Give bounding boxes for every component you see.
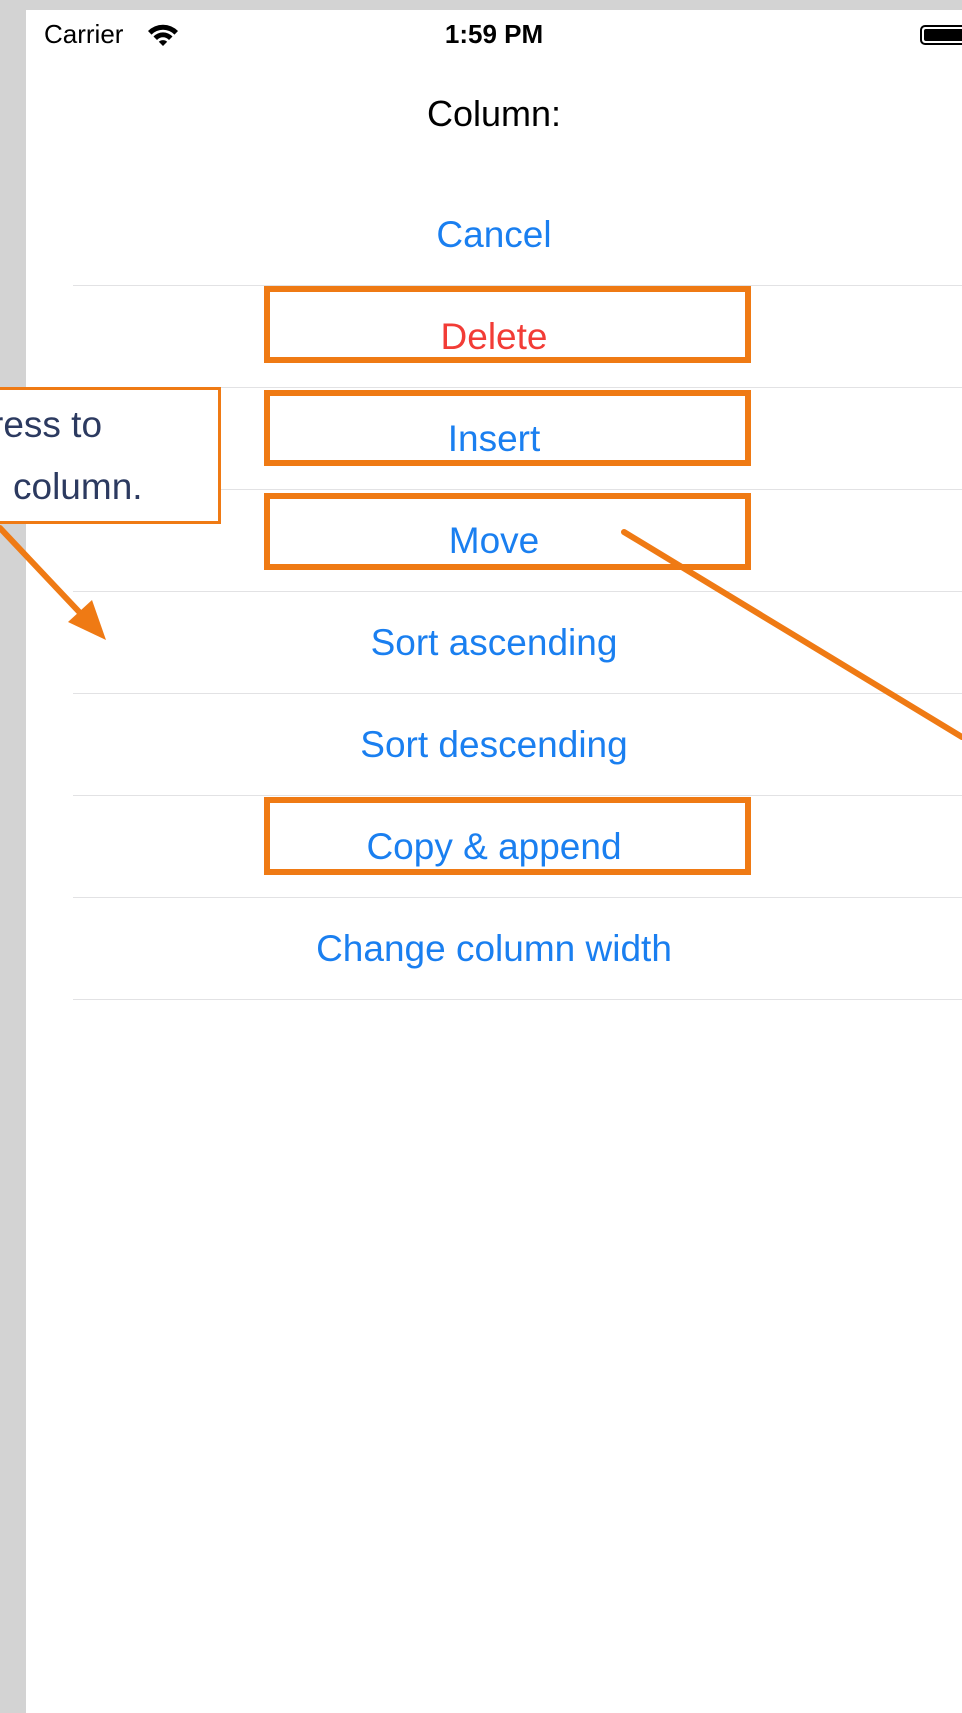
change-column-width-label: Change column width: [316, 928, 672, 969]
sort-ascending-button[interactable]: Sort ascending: [26, 592, 962, 694]
divider: [73, 999, 962, 1000]
sort-ascending-label: Sort ascending: [370, 622, 618, 663]
move-label: Move: [448, 520, 540, 561]
change-column-width-button[interactable]: Change column width: [26, 898, 962, 1000]
delete-label: Delete: [440, 316, 548, 357]
callout-line-2: column.: [13, 466, 143, 507]
phone-screen: Carrier 1:59 PM Column: Cancel Delete In…: [26, 10, 962, 1713]
sort-descending-button[interactable]: Sort descending: [26, 694, 962, 796]
copy-append-button[interactable]: Copy & append: [26, 796, 962, 898]
status-time: 1:59 PM: [444, 19, 544, 49]
action-sheet-menu: Cancel Delete Insert Move Sort ascending…: [26, 184, 962, 1000]
annotation-callout: ress to column.: [0, 387, 221, 524]
delete-button[interactable]: Delete: [26, 286, 962, 388]
battery-icon: [920, 25, 962, 45]
callout-line-1: ress to: [0, 404, 103, 445]
cancel-button[interactable]: Cancel: [26, 184, 962, 286]
status-bar: Carrier 1:59 PM: [26, 10, 962, 60]
insert-label: Insert: [447, 418, 541, 459]
sort-descending-label: Sort descending: [360, 724, 628, 765]
action-sheet-title: Column:: [426, 93, 562, 134]
copy-append-label: Copy & append: [366, 826, 622, 867]
cancel-label: Cancel: [436, 214, 552, 255]
